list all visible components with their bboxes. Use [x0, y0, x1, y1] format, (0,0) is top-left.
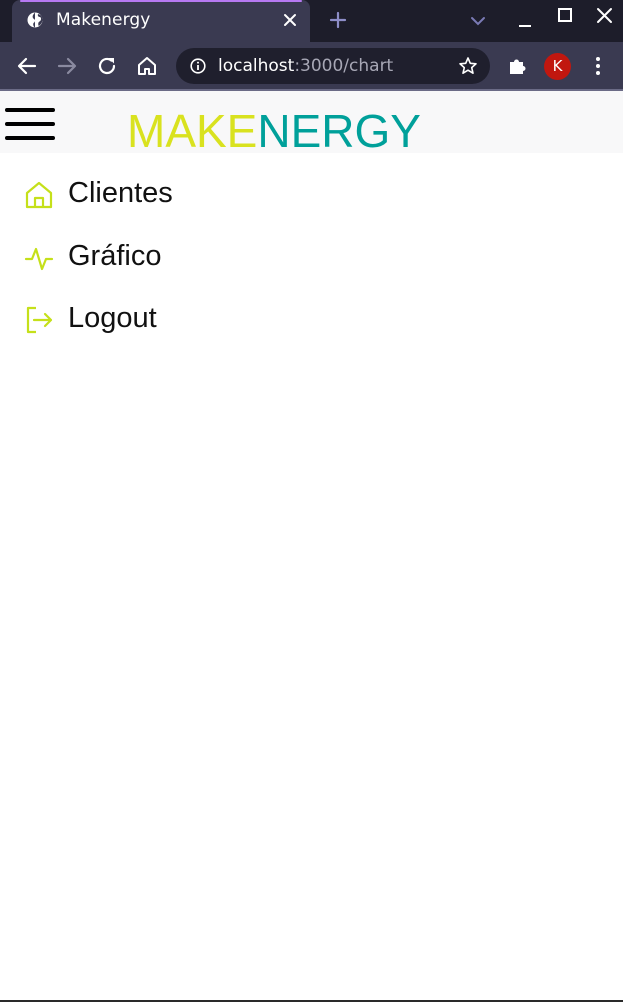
hamburger-line [5, 108, 55, 112]
home-icon [25, 181, 53, 209]
hamburger-icon[interactable] [5, 108, 55, 144]
back-arrow-icon[interactable] [16, 55, 38, 77]
browser-tabstrip: Makenergy [0, 0, 623, 42]
logo-part-1: MAKE [127, 105, 258, 157]
url-host: localhost [218, 56, 295, 76]
kebab-menu-icon[interactable] [587, 55, 609, 77]
hamburger-line [5, 136, 55, 140]
star-icon[interactable] [458, 56, 478, 76]
window-close-icon[interactable] [596, 7, 613, 24]
extensions-icon[interactable] [506, 55, 528, 77]
nav-label: Gráfico [68, 240, 162, 272]
logo-part-2: NERGY [257, 105, 421, 157]
plus-icon[interactable] [329, 11, 347, 29]
nav-item-logout[interactable]: Logout [24, 300, 324, 340]
forward-arrow-icon[interactable] [56, 55, 78, 77]
reload-icon[interactable] [96, 55, 118, 77]
address-bar[interactable]: localhost:3000/chart [176, 48, 490, 84]
hamburger-line [5, 122, 55, 126]
nav-item-grafico[interactable]: Gráfico [24, 238, 324, 278]
profile-avatar[interactable]: K [544, 53, 571, 80]
browser-tab-active[interactable]: Makenergy [12, 0, 310, 42]
tab-title: Makenergy [56, 10, 151, 30]
info-icon[interactable] [190, 58, 206, 74]
globe-icon [27, 12, 43, 28]
maximize-icon[interactable] [557, 7, 573, 23]
chevron-down-icon[interactable] [470, 14, 486, 28]
nav-label: Logout [68, 302, 157, 334]
minimize-icon[interactable] [517, 12, 533, 28]
nav-label: Clientes [68, 177, 173, 209]
tab-accent-bar [20, 0, 302, 2]
browser-toolbar: localhost:3000/chart K [0, 42, 623, 90]
close-icon[interactable] [282, 12, 298, 28]
url-path: :3000/chart [294, 56, 394, 76]
makenergy-logo[interactable]: MAKENERGY [127, 108, 421, 154]
url-text: localhost:3000/chart [218, 56, 393, 76]
logout-icon [26, 306, 53, 334]
activity-icon [24, 247, 54, 271]
nav-item-clientes[interactable]: Clientes [24, 175, 324, 215]
home-icon[interactable] [136, 55, 158, 77]
